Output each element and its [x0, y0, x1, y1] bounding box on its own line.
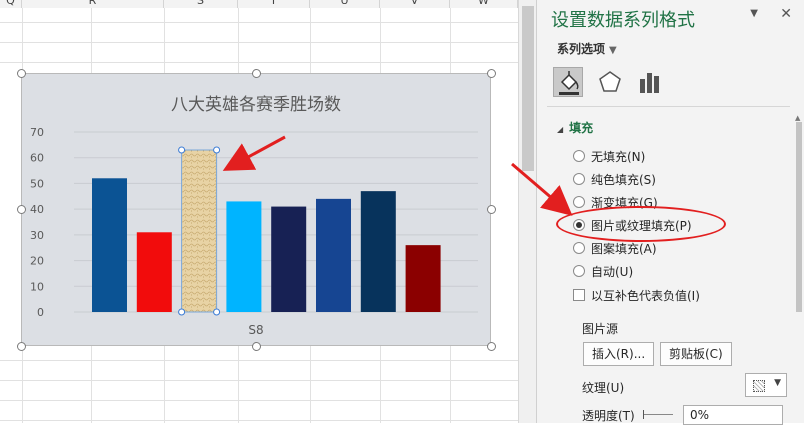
- chart-resize-handle[interactable]: [252, 342, 261, 351]
- y-tick-label: 20: [30, 255, 44, 268]
- series-options-dropdown[interactable]: 系列选项 ▼: [557, 40, 617, 57]
- gridline: [0, 42, 518, 43]
- sheet-vertical-scrollbar[interactable]: [518, 0, 536, 423]
- pentagon-icon: [599, 71, 621, 92]
- radio-automatic[interactable]: 自动(U): [573, 262, 633, 280]
- column-header-r[interactable]: R: [22, 0, 164, 8]
- gridline: [0, 400, 518, 401]
- radio-button[interactable]: [573, 242, 585, 254]
- gridline: [0, 62, 518, 63]
- radio-solid-fill[interactable]: 纯色填充(S): [573, 170, 656, 188]
- scrollbar-thumb[interactable]: [522, 6, 534, 171]
- column-header-q[interactable]: Q: [0, 0, 22, 8]
- pane-options-dropdown-icon[interactable]: ▼: [750, 8, 758, 19]
- clipboard-button[interactable]: 剪贴板(C): [660, 342, 732, 366]
- column-header-s[interactable]: S: [164, 0, 238, 8]
- chevron-down-icon: ▼: [774, 378, 781, 388]
- y-tick-label: 50: [30, 177, 44, 190]
- column-header-w[interactable]: W: [450, 0, 518, 8]
- tab-fill-line[interactable]: [553, 67, 583, 97]
- radio-button[interactable]: [573, 150, 585, 162]
- close-icon[interactable]: ✕: [780, 6, 792, 22]
- texture-swatch-icon: [753, 380, 765, 392]
- column-header-u[interactable]: U: [310, 0, 380, 8]
- radio-label: 无填充(N): [591, 149, 646, 164]
- chart-resize-handle[interactable]: [17, 69, 26, 78]
- category-axis-label: S8: [248, 323, 264, 337]
- bar-selection-handle[interactable]: [213, 308, 221, 316]
- texture-label: 纹理(U): [582, 381, 625, 395]
- y-tick-label: 40: [30, 203, 44, 216]
- bar-series-8[interactable]: [405, 245, 441, 312]
- radio-button[interactable]: [573, 196, 585, 208]
- y-tick-label: 30: [30, 229, 44, 242]
- bar-series-1[interactable]: [92, 178, 127, 312]
- radio-label: 自动(U): [591, 264, 634, 279]
- bar-series-2[interactable]: [136, 232, 172, 312]
- chart-resize-handle[interactable]: [17, 342, 26, 351]
- fill-section-header[interactable]: ◢ 填充: [557, 119, 593, 136]
- chart-resize-handle[interactable]: [252, 69, 261, 78]
- collapse-triangle-icon: ◢: [557, 125, 564, 134]
- bar-selection-handle[interactable]: [213, 146, 221, 154]
- checkbox-label: 以互补色代表负值(I): [591, 288, 700, 303]
- gridline: [0, 22, 518, 23]
- radio-label: 纯色填充(S): [591, 172, 656, 187]
- fill-section-label: 填充: [569, 121, 594, 135]
- gridline: [0, 360, 518, 361]
- transparency-slider[interactable]: [643, 410, 673, 419]
- checkbox[interactable]: [573, 289, 585, 301]
- transparency-label: 透明度(T): [582, 409, 635, 423]
- bar-chart-icon: [640, 73, 659, 93]
- radio-button[interactable]: [573, 173, 585, 185]
- chart-resize-handle[interactable]: [487, 69, 496, 78]
- chart-resize-handle[interactable]: [17, 205, 26, 214]
- gridline: [0, 420, 518, 421]
- column-header-v[interactable]: V: [380, 0, 450, 8]
- texture-picker[interactable]: ▼: [745, 373, 787, 397]
- chart-resize-handle[interactable]: [487, 342, 496, 351]
- gridline: [0, 380, 518, 381]
- bar-series-4[interactable]: [226, 201, 262, 312]
- insert-button[interactable]: 插入(R)...: [583, 342, 655, 366]
- tab-effects[interactable]: [595, 67, 625, 97]
- divider: [547, 106, 790, 107]
- bar-series-6[interactable]: [316, 198, 351, 312]
- picture-source-label: 图片源: [582, 322, 619, 336]
- transparency-input[interactable]: 0%: [683, 405, 783, 425]
- tab-series-options[interactable]: [635, 67, 665, 97]
- chevron-down-icon: ▼: [609, 45, 617, 56]
- invert-if-negative-checkbox[interactable]: 以互补色代表负值(I): [573, 286, 700, 304]
- series-options-label: 系列选项: [557, 42, 606, 56]
- chart-area[interactable]: 八大英雄各赛季胜场数 0 10 20 30 40 50 60 70 S8: [21, 73, 491, 346]
- y-tick-label: 10: [30, 280, 44, 293]
- bar-series-7[interactable]: [360, 191, 396, 312]
- bar-selection-handle[interactable]: [178, 146, 186, 154]
- scroll-up-icon[interactable]: ▲: [795, 114, 800, 122]
- pane-scrollbar[interactable]: ▲: [794, 114, 804, 324]
- y-tick-label: 70: [30, 126, 44, 139]
- pane-title: 设置数据系列格式: [551, 10, 695, 31]
- bar-selection-handle[interactable]: [178, 308, 186, 316]
- radio-no-fill[interactable]: 无填充(N): [573, 147, 645, 165]
- scrollbar-thumb[interactable]: [796, 122, 802, 312]
- paint-bucket-icon: [559, 71, 579, 95]
- bar-texture-overlay: [181, 149, 218, 313]
- plot-area: 0 10 20 30 40 50 60 70: [30, 126, 478, 319]
- annotation-ellipse: [556, 206, 726, 242]
- y-tick-label: 60: [30, 152, 44, 165]
- radio-label: 图案填充(A): [591, 241, 657, 256]
- bar-series-5[interactable]: [271, 206, 307, 312]
- chart-resize-handle[interactable]: [487, 205, 496, 214]
- y-tick-label: 0: [37, 306, 44, 319]
- column-header-t[interactable]: T: [238, 0, 310, 8]
- radio-button[interactable]: [573, 265, 585, 277]
